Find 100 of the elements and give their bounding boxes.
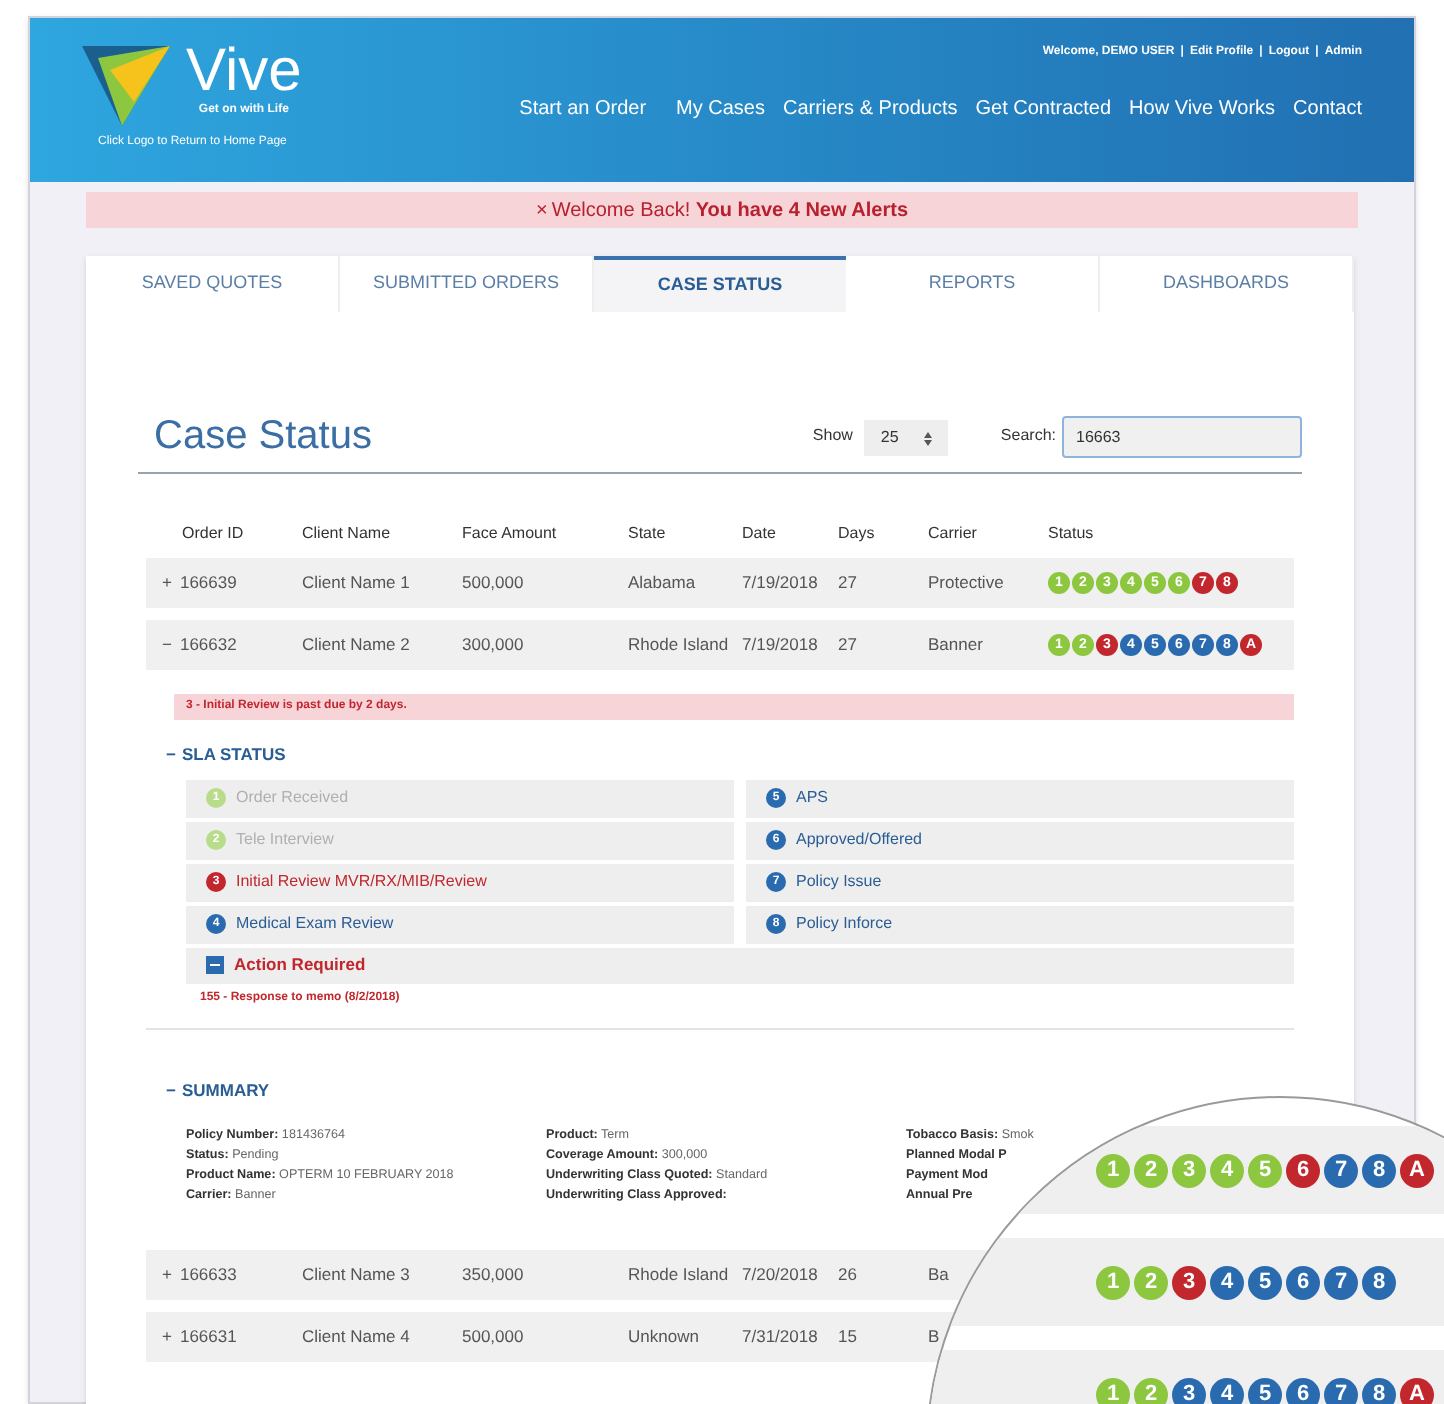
column-header: Carrier <box>928 524 977 542</box>
expand-toggle[interactable]: + <box>162 1261 172 1287</box>
expand-toggle[interactable]: + <box>162 570 172 596</box>
table-cell: Client Name 3 <box>302 1263 410 1284</box>
nav-link[interactable]: How Vive Works <box>1129 94 1276 124</box>
alert-text: Welcome Back! You have 4 New Alerts <box>551 197 909 225</box>
collapse-toggle[interactable]: − <box>166 742 176 768</box>
status-badge: 7 <box>1324 1153 1358 1187</box>
table-cell: 7/19/2018 <box>742 572 818 593</box>
status-badge: 3 <box>1172 1377 1206 1404</box>
status-badge: 8 <box>1362 1153 1396 1187</box>
status-badge: 7 <box>1324 1377 1358 1404</box>
table-cell: Alabama <box>628 572 696 593</box>
status-badge: 4 <box>1210 1153 1244 1187</box>
step-label: APS <box>796 786 829 811</box>
table-cell: 15 <box>838 1325 857 1346</box>
column-header: Order ID <box>182 524 244 542</box>
column-header: Face Amount <box>462 524 557 542</box>
status-badge: 8 <box>1362 1265 1396 1299</box>
table-cell: Rhode Island <box>628 634 729 655</box>
tab[interactable]: SAVED QUOTES <box>86 256 340 312</box>
status-badge: 1 <box>1096 1377 1130 1404</box>
table-cell: Client Name 1 <box>302 572 410 593</box>
expand-toggle[interactable]: + <box>162 1323 172 1349</box>
status-badge: 4 <box>1210 1265 1244 1299</box>
status-badge: 1 <box>1096 1153 1130 1187</box>
status-badge: A <box>1400 1377 1434 1404</box>
step-label: Tele Interview <box>236 828 334 853</box>
table-cell: 500,000 <box>462 572 524 593</box>
status-badge: 2 <box>1134 1265 1168 1299</box>
action-title: Action Required <box>234 952 366 979</box>
search-field[interactable]: 16663 <box>1062 416 1302 458</box>
search-label: Search: <box>1000 424 1056 448</box>
table-cell: 26 <box>838 1263 857 1284</box>
table-cell: 500,000 <box>462 1325 524 1346</box>
table-cell: Client Name 4 <box>302 1325 410 1346</box>
step-label: Approved/Offered <box>796 828 923 853</box>
table-cell: Protective <box>928 572 1004 593</box>
status-badge: 6 <box>1286 1265 1320 1299</box>
logo-text[interactable]: Vive <box>186 42 302 102</box>
step-label: Policy Issue <box>796 870 882 895</box>
tab[interactable]: CASE STATUS <box>594 256 846 312</box>
step-label: Policy Inforce <box>796 912 893 937</box>
page-title: Case Status <box>154 412 372 460</box>
nav-link[interactable]: Get Contracted <box>975 94 1112 124</box>
tab[interactable]: DASHBOARDS <box>1100 256 1354 312</box>
column-header: Client Name <box>302 524 391 542</box>
close-button[interactable]: × <box>535 195 548 225</box>
column-header: State <box>628 524 666 542</box>
status-badge: 3 <box>1172 1153 1206 1187</box>
nav-link[interactable]: Carriers & Products <box>782 94 958 124</box>
table-cell: 7/20/2018 <box>742 1263 818 1284</box>
status-badge: 2 <box>1134 1153 1168 1187</box>
status-badge: 5 <box>1248 1377 1282 1404</box>
status-badge: 4 <box>1210 1377 1244 1404</box>
status-badge: 5 <box>1248 1153 1282 1187</box>
tab[interactable]: REPORTS <box>846 256 1100 312</box>
status-badge: 1 <box>1096 1265 1130 1299</box>
section-title: SLA STATUS <box>181 742 286 768</box>
table-cell: Unknown <box>628 1325 699 1346</box>
table-cell: 7/31/2018 <box>742 1325 818 1346</box>
nav-link[interactable]: Start an Order <box>519 94 647 124</box>
order-id: 166639 <box>179 570 237 596</box>
order-id: 166632 <box>179 632 237 658</box>
table-cell: 350,000 <box>462 1263 524 1284</box>
show-label: Show <box>812 424 853 448</box>
page-size-select[interactable]: 25 <box>864 420 949 456</box>
column-header: Days <box>838 524 875 542</box>
section-title: SUMMARY <box>181 1077 270 1103</box>
logo-icon[interactable] <box>82 42 170 126</box>
step-label: Order Received <box>236 786 349 811</box>
order-id: 166631 <box>179 1323 237 1349</box>
nav-link[interactable]: Contact <box>1293 94 1362 124</box>
status-badge: 6 <box>1286 1377 1320 1404</box>
step-label: Initial Review MVR/RX/MIB/Review <box>236 870 487 895</box>
status-badge: A <box>1400 1153 1434 1187</box>
table-cell: 7/19/2018 <box>742 634 818 655</box>
status-badge: 5 <box>1248 1265 1282 1299</box>
status-badge: 7 <box>1324 1265 1358 1299</box>
status-badge: 3 <box>1172 1265 1206 1299</box>
order-id: 166633 <box>179 1261 237 1287</box>
column-header: Date <box>742 524 776 542</box>
table-cell: B <box>928 1325 940 1346</box>
status-badge: 6 <box>1286 1153 1320 1187</box>
sort-arrows-icon <box>924 431 933 445</box>
table-cell: Rhode Island <box>628 1263 729 1284</box>
table-cell: Ba <box>928 1263 949 1284</box>
step-label: Medical Exam Review <box>236 912 394 937</box>
status-badge: 2 <box>1134 1377 1168 1404</box>
column-header: Status <box>1048 524 1094 542</box>
collapse-square-icon[interactable] <box>206 956 224 975</box>
table-cell: Client Name 2 <box>302 634 410 655</box>
collapse-toggle[interactable]: − <box>166 1077 176 1103</box>
nav-link[interactable]: My Cases <box>676 94 765 124</box>
status-badge: 8 <box>1362 1377 1396 1404</box>
table-cell: 27 <box>838 634 857 655</box>
table-cell: 300,000 <box>462 634 524 655</box>
table-cell: 27 <box>838 572 857 593</box>
expand-toggle[interactable]: − <box>162 632 172 658</box>
table-cell: Banner <box>928 634 983 655</box>
